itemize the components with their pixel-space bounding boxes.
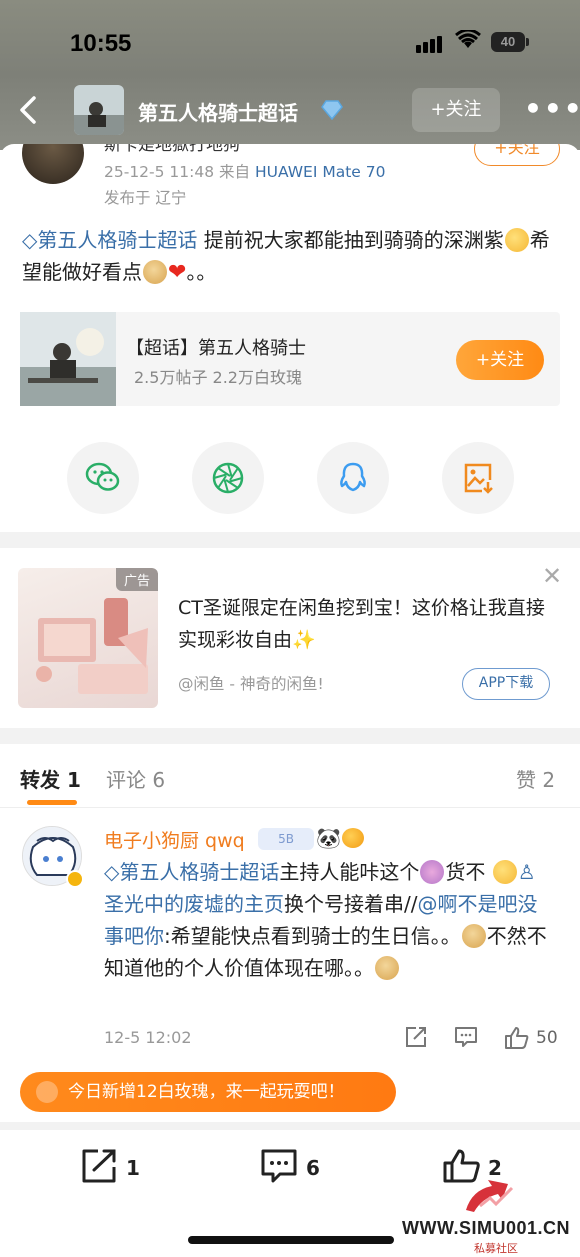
moments-icon: [212, 462, 244, 494]
post-meta: 25-12-5 11:48 来自 HUAWEI Mate 70: [104, 160, 385, 182]
doge-emoji-icon: [143, 260, 167, 284]
wechat-icon: [85, 462, 120, 491]
interaction-tabs: 转发 1 评论 6 赞 2: [0, 744, 580, 808]
save-image-button[interactable]: [442, 442, 514, 514]
candy-emoji-icon: [420, 860, 445, 884]
topic-avatar[interactable]: [74, 85, 124, 135]
post-text: ◇第五人格骑士超话 提前祝大家都能抽到骑骑的深渊紫 希望能做好看点 ❤。。: [22, 224, 558, 289]
ad-card[interactable]: 广告 CT圣诞限定在闲鱼挖到宝！这价格让我直接实现彩妆自由✨ @闲鱼 - 神奇的…: [0, 548, 580, 728]
post-device[interactable]: HUAWEI Mate 70: [255, 163, 386, 181]
share-qq-button[interactable]: [317, 442, 389, 514]
comment-share-icon[interactable]: [404, 1026, 428, 1052]
home-indicator[interactable]: [188, 1236, 394, 1244]
status-time: 10:55: [70, 30, 132, 57]
topic-card[interactable]: 【超话】第五人格骑士 2.5万帖子 2.2万白玫瑰 +关注: [20, 312, 560, 406]
topic-card-image: [20, 312, 116, 406]
watermark-logo-icon: [462, 1176, 518, 1216]
divider: [0, 728, 580, 744]
comment-text-3: 换个号接着串: [284, 892, 404, 916]
author-name[interactable]: 斯卡是地獄打地狗: [104, 144, 240, 155]
comment-text: ◇第五人格骑士超话主持人能咔这个 货不 ♙圣光中的废墟的主页换个号接着串//@啊不…: [104, 856, 554, 984]
commenter-name[interactable]: 电子小狗厨 qwq: [104, 826, 245, 853]
hug-emoji-icon: [504, 228, 529, 252]
ad-tag: 广告: [115, 568, 158, 591]
level-badge: 5B: [258, 828, 314, 850]
heart-icon: ❤: [168, 260, 187, 285]
author-avatar[interactable]: [22, 144, 84, 184]
ad-image[interactable]: 广告: [18, 568, 158, 708]
comment-time: 12-5 12:02: [104, 1028, 192, 1047]
repost-separator: //: [404, 892, 418, 916]
watermark: WWW.SIMU001.CN 私募社区: [402, 1176, 580, 1257]
page-title: 第五人格骑士超话: [138, 101, 298, 125]
verified-badge-icon: [66, 870, 84, 888]
topic-card-title: 【超话】第五人格骑士: [126, 338, 306, 359]
header-follow-button[interactable]: +关注: [412, 88, 500, 132]
doge-emoji-icon: [375, 956, 399, 980]
ad-source[interactable]: @闲鱼 - 神奇的闲鱼!: [178, 672, 324, 694]
comment-topic-link[interactable]: 第五人格骑士超话: [119, 860, 279, 884]
topic-follow-button[interactable]: +关注: [456, 340, 544, 380]
topic-card-stats: 2.5万帖子 2.2万白玫瑰: [134, 368, 302, 387]
ad-download-button[interactable]: APP下载: [462, 668, 550, 700]
diamond-icon: ◇: [22, 228, 38, 252]
banner-text: 今日新增12白玫瑰，来一起玩耍吧！: [68, 1082, 345, 1102]
tab-repost[interactable]: 转发 1: [20, 764, 81, 793]
post-text-a: 提前祝大家都能抽到骑骑的深渊紫: [203, 228, 504, 252]
post-text-c: 。。: [186, 260, 217, 284]
ad-text[interactable]: CT圣诞限定在闲鱼挖到宝！这价格让我直接实现彩妆自由✨: [178, 592, 548, 656]
wifi-icon: [455, 28, 481, 54]
tab-likes[interactable]: 赞 2: [516, 764, 555, 793]
post-time: 25-12-5 11:48 来自: [104, 163, 251, 181]
comment-text-2: 货不: [445, 860, 486, 884]
divider: [0, 1122, 580, 1130]
comment-like-count: 50: [536, 1028, 558, 1048]
laugh-emoji-icon: [492, 860, 517, 884]
watermark-text: WWW.SIMU001.CN: [402, 1218, 571, 1238]
share-wechat-button[interactable]: [67, 442, 139, 514]
post-card: 斯卡是地獄打地狗 +关注 25-12-5 11:48 来自 HUAWEI Mat…: [0, 144, 580, 532]
comment-count: 6: [306, 1156, 320, 1180]
close-icon[interactable]: ✕: [542, 564, 562, 588]
active-tab-indicator: [27, 800, 77, 805]
top-nav: 第五人格骑士超话 +关注 •••: [0, 80, 580, 140]
comment-text-4: :希望能快点看到骑士的生日信。。: [164, 924, 461, 948]
comment-button[interactable]: 6: [260, 1148, 320, 1189]
signal-icon: [416, 34, 444, 53]
more-icon[interactable]: •••: [524, 92, 580, 125]
rose-banner[interactable]: 今日新增12白玫瑰，来一起玩耍吧！: [20, 1072, 396, 1112]
save-image-icon: [464, 463, 493, 494]
status-bar: 10:55 40: [0, 0, 580, 80]
comment-like-icon[interactable]: [504, 1026, 530, 1054]
diamond-icon: ◇: [104, 860, 120, 884]
battery-icon: 40: [491, 32, 529, 52]
comment-item: 电子小狗厨 qwq 5B 🐼 ◇第五人格骑士超话主持人能咔这个 货不 ♙ 圣光中的废…: [0, 808, 580, 1064]
author-follow-button[interactable]: +关注: [474, 144, 560, 166]
post-topic-link[interactable]: 第五人格骑士超话: [37, 228, 197, 252]
comment-reply-icon[interactable]: [454, 1026, 478, 1052]
diamond-icon: [320, 100, 344, 124]
fish-badge-icon: [342, 828, 364, 848]
repost-count: 1: [126, 1156, 140, 1180]
repost-button[interactable]: 1: [80, 1148, 140, 1189]
user-icon: ♙: [517, 860, 536, 884]
panda-badge-icon: 🐼: [316, 826, 341, 850]
post-location: 发布于 辽宁: [104, 189, 187, 207]
divider: [0, 532, 580, 548]
watermark-sub: 私募社区: [474, 1242, 518, 1255]
qq-icon: [340, 462, 366, 492]
diamond-icon: [36, 1081, 58, 1103]
comment-text-1: 主持人能咔这个: [279, 860, 420, 884]
comment-icon: [261, 1149, 297, 1183]
repost-icon: [82, 1149, 116, 1183]
back-icon[interactable]: [16, 94, 40, 126]
doge-emoji-icon: [461, 924, 486, 948]
share-moments-button[interactable]: [192, 442, 264, 514]
tab-comments[interactable]: 评论 6: [106, 764, 165, 793]
mention-link-1[interactable]: 圣光中的废墟的主页: [104, 892, 284, 916]
